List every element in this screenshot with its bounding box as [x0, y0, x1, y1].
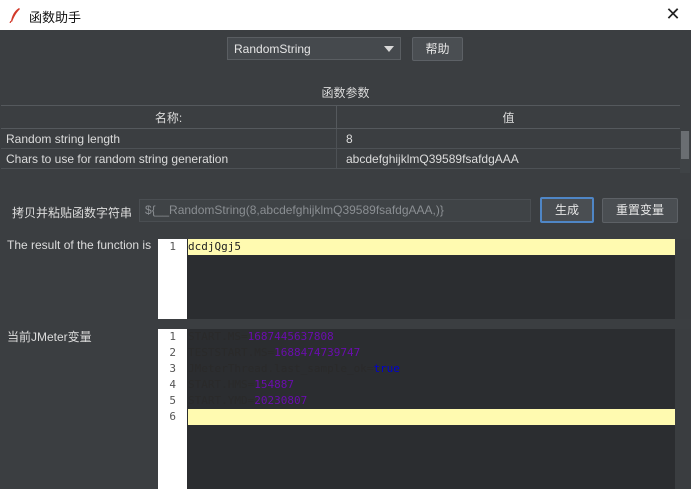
var-value: 1688474739747 — [274, 346, 361, 359]
var-eq: = — [240, 330, 248, 343]
var-line: START.MS=1687445637808 — [188, 329, 334, 345]
function-select-value: RandomString — [234, 42, 311, 56]
var-value: 154887 — [254, 378, 294, 391]
line-number: 2 — [169, 346, 176, 359]
var-value: true — [373, 362, 400, 375]
chevron-down-icon — [384, 46, 394, 52]
table-cell-value[interactable]: 8 — [337, 129, 680, 149]
close-icon[interactable]: ✕ — [663, 4, 683, 24]
reset-variables-button[interactable]: 重置变量 — [602, 198, 678, 223]
line-number: 3 — [169, 362, 176, 375]
editor-scrollbar[interactable] — [675, 239, 691, 319]
line-number: 4 — [169, 378, 176, 391]
feather-icon — [9, 8, 20, 23]
line-number: 1 — [169, 330, 176, 343]
result-label: The result of the function is — [7, 238, 152, 252]
var-line: START.HMS=154887 — [188, 377, 294, 393]
var-value: 1687445637808 — [247, 330, 334, 343]
window-title: 函数助手 — [29, 10, 82, 25]
table-cell-name[interactable]: Chars to use for random string generatio… — [1, 149, 337, 169]
generate-button[interactable]: 生成 — [540, 197, 594, 223]
help-button[interactable]: 帮助 — [412, 37, 463, 61]
function-select[interactable]: RandomString — [227, 37, 401, 60]
params-table: 名称: 值 Random string length 8 Chars to us… — [1, 105, 691, 173]
copy-label: 拷贝并粘贴函数字符串 — [12, 206, 133, 220]
scrollbar-thumb[interactable] — [681, 131, 689, 159]
var-key: TESTSTART.MS — [188, 346, 268, 359]
var-line: START.YMD=20230807 — [188, 393, 307, 409]
line-number: 6 — [169, 410, 176, 423]
table-scrollbar[interactable] — [680, 131, 690, 173]
table-cell-name[interactable]: Random string length — [1, 129, 337, 149]
function-string-input[interactable]: ${__RandomString(8,abcdefghijklmQ39589fs… — [139, 199, 531, 222]
current-line-highlight — [188, 239, 675, 255]
column-header-name[interactable]: 名称: — [1, 105, 337, 129]
var-line: JMeterThread.last_sample_ok=true — [188, 361, 400, 377]
var-line: TESTSTART.MS=1688474739747 — [188, 345, 360, 361]
params-section-title: 函数参数 — [321, 86, 370, 100]
var-key: START.MS — [188, 330, 241, 343]
var-key: JMeterThread.last_sample_ok — [188, 362, 367, 375]
column-header-value[interactable]: 值 — [337, 105, 680, 129]
result-text: dcdjQgj5 — [188, 240, 241, 253]
var-value: 20230807 — [254, 394, 308, 407]
table-cell-value[interactable]: abcdefghijklmQ39589fsafdgAAA — [337, 149, 680, 169]
line-number: 5 — [169, 394, 176, 407]
current-line-highlight — [188, 409, 675, 425]
vars-editor[interactable]: 1 START.MS=1687445637808 2 TESTSTART.MS=… — [158, 329, 691, 489]
result-editor[interactable]: 1 dcdjQgj5 — [158, 239, 691, 319]
line-number: 1 — [169, 240, 176, 253]
title-bar: 函数助手 ✕ — [0, 0, 691, 30]
var-key: START.HMS — [188, 378, 248, 391]
editor-scrollbar[interactable] — [675, 329, 691, 489]
vars-label: 当前JMeter变量 — [7, 330, 92, 344]
var-key: START.YMD — [188, 394, 248, 407]
